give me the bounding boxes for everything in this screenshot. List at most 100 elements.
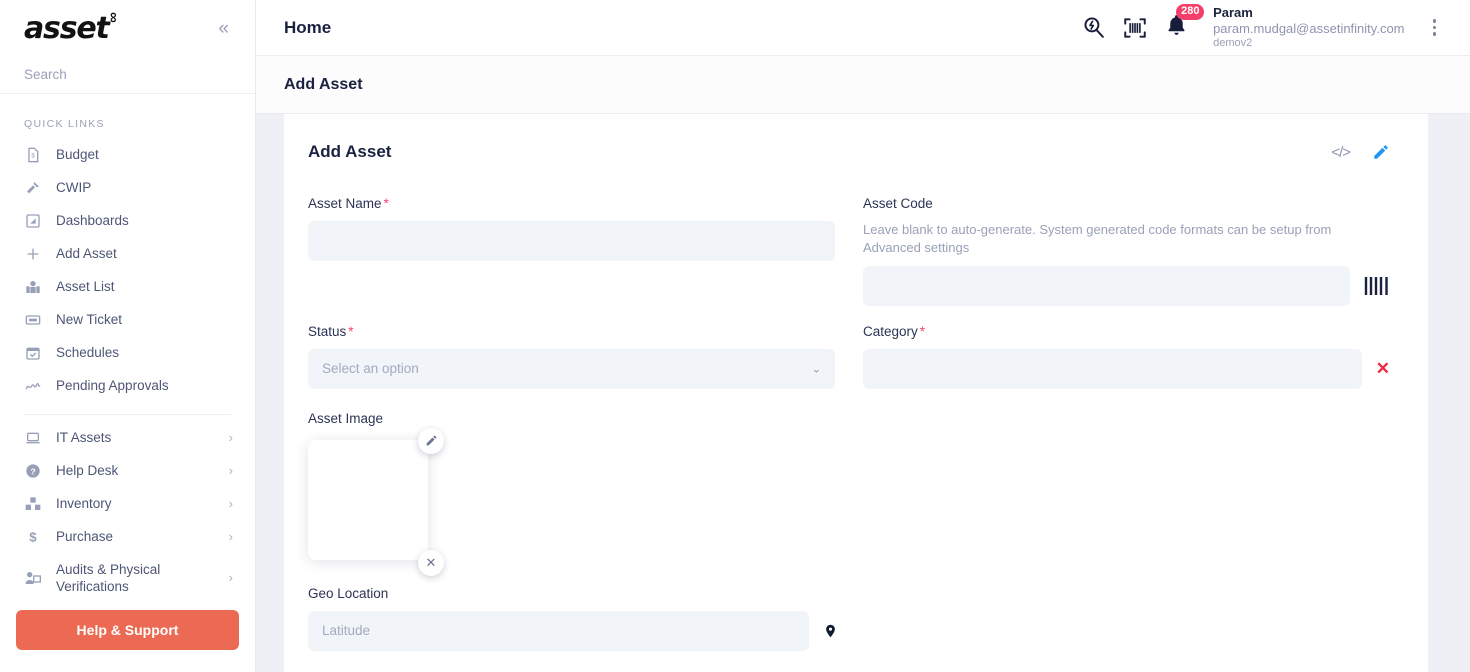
sidebar-item-label: Dashboards xyxy=(56,212,129,228)
chevron-right-icon: › xyxy=(228,463,233,478)
map-pin-icon[interactable] xyxy=(823,622,838,640)
content-right-gutter xyxy=(1428,114,1470,672)
user-org: demov2 xyxy=(1213,36,1253,49)
asset-code-label: Asset Code xyxy=(863,196,933,211)
remove-image-icon[interactable]: ✕ xyxy=(418,549,444,576)
chevron-right-icon: › xyxy=(228,570,233,586)
sidebar: asset∞ « QUICK LINKS $ Budget CWIP xyxy=(0,0,256,672)
pencil-icon[interactable] xyxy=(1372,143,1390,161)
topbar-actions: 280 Param param.mudgal@assetinfinity.com… xyxy=(1081,3,1445,50)
category-label: Category * xyxy=(863,323,926,339)
search-input[interactable] xyxy=(24,67,231,82)
sidebar-item-label: Purchase xyxy=(56,528,114,544)
svg-text:$: $ xyxy=(31,153,35,159)
required-marker: * xyxy=(348,323,354,339)
search-bolt-icon[interactable] xyxy=(1081,15,1106,40)
asset-image-preview[interactable] xyxy=(308,439,428,560)
sidebar-item-label: Audits & Physical Verifications xyxy=(56,561,161,594)
svg-text:$: $ xyxy=(29,529,37,544)
barcode-icon[interactable] xyxy=(1364,275,1390,297)
sidebar-item-budget[interactable]: $ Budget xyxy=(0,138,255,171)
asset-code-hint: Leave blank to auto-generate. System gen… xyxy=(863,222,1332,256)
breadcrumb-bar: Add Asset xyxy=(256,56,1470,114)
sidebar-search[interactable] xyxy=(0,56,255,94)
barcode-scanner-icon[interactable] xyxy=(1122,15,1148,41)
clear-category-icon[interactable]: ✕ xyxy=(1376,360,1390,377)
app-logo[interactable]: asset ∞ xyxy=(24,10,122,46)
main-area: Home 280 Param param.mudgal@assetinfinit… xyxy=(256,0,1470,672)
hammer-icon xyxy=(24,179,42,197)
card-title: Add Asset xyxy=(308,142,392,161)
help-and-support-button[interactable]: Help & Support xyxy=(16,610,239,650)
sidebar-item-help-desk[interactable]: ? Help Desk › xyxy=(0,454,255,487)
required-marker: * xyxy=(919,323,926,339)
sidebar-item-it-assets[interactable]: IT Assets › xyxy=(0,421,255,454)
field-asset-image: Asset Image ✕ xyxy=(308,410,1390,576)
sidebar-item-add-asset[interactable]: Add Asset xyxy=(0,237,255,270)
category-input[interactable] xyxy=(863,348,1362,389)
sidebar-item-inventory[interactable]: Inventory › xyxy=(0,487,255,520)
asset-code-input[interactable] xyxy=(863,265,1350,306)
sidebar-item-label: Help Desk xyxy=(56,462,119,478)
field-status: Status* ⌄ xyxy=(308,324,835,389)
latitude-input[interactable] xyxy=(308,610,809,651)
content-left-gutter xyxy=(256,114,284,672)
user-name: Param xyxy=(1213,4,1253,20)
page-title: Home xyxy=(284,17,332,37)
sidebar-item-label: Pending Approvals xyxy=(56,377,169,393)
app-root: asset∞ « QUICK LINKS $ Budget CWIP xyxy=(0,0,1470,672)
quick-links-heading: QUICK LINKS xyxy=(24,118,105,130)
breadcrumb: Add Asset xyxy=(284,75,363,93)
calendar-check-icon xyxy=(24,344,42,362)
form-row-status-category: Status* ⌄ Category* ✕ xyxy=(308,324,1390,389)
sidebar-item-pending-approvals[interactable]: Pending Approvals xyxy=(0,369,255,402)
asset-name-input[interactable] xyxy=(308,221,835,261)
status-select[interactable] xyxy=(308,348,835,389)
asset-list-icon xyxy=(24,278,42,296)
sidebar-item-new-ticket[interactable]: New Ticket xyxy=(0,303,255,336)
sidebar-item-cwip[interactable]: CWIP xyxy=(0,171,255,204)
sidebar-item-schedules[interactable]: Schedules xyxy=(0,336,255,369)
kebab-menu-icon[interactable] xyxy=(1425,15,1445,40)
sidebar-item-label: IT Assets xyxy=(56,429,112,445)
field-asset-code: Asset Code Leave blank to auto-generate.… xyxy=(863,196,1390,306)
asset-image-label: Asset Image xyxy=(308,410,384,426)
logo-infinity-icon: ∞ xyxy=(104,11,122,23)
code-icon[interactable]: </> xyxy=(1331,144,1351,161)
asset-image-box-wrap: ✕ xyxy=(308,427,444,576)
sidebar-item-purchase[interactable]: $ Purchase › xyxy=(0,520,255,553)
status-select-wrap: ⌄ xyxy=(308,348,835,389)
sidebar-divider xyxy=(24,414,231,415)
laptop-icon xyxy=(24,429,42,447)
dashboard-icon xyxy=(24,212,42,230)
help-circle-icon: ? xyxy=(24,462,42,480)
form-row-name-code: Asset Name * Asset Code Leave blank to au… xyxy=(308,196,1390,306)
sidebar-header: asset ∞ « xyxy=(0,0,255,56)
chevron-right-icon: › xyxy=(228,496,233,511)
status-label: Status * xyxy=(308,323,354,339)
sidebar-item-audits[interactable]: Audits & Physical Verifications › xyxy=(0,553,255,596)
required-marker: * xyxy=(383,196,389,211)
sidebar-footer: Help & Support xyxy=(0,596,255,672)
asset-name-label: Asset Name * xyxy=(308,196,389,211)
sidebar-collapse-icon[interactable]: « xyxy=(214,15,233,42)
sidebar-item-asset-list[interactable]: Asset List xyxy=(0,270,255,303)
notifications-bell[interactable]: 280 xyxy=(1164,3,1205,43)
sidebar-item-label: Budget xyxy=(56,146,99,162)
card-actions: </> xyxy=(1331,143,1390,161)
logo-text: asset xyxy=(24,10,110,46)
chevron-right-icon: › xyxy=(228,529,233,544)
sidebar-item-label: Inventory xyxy=(56,495,112,511)
sidebar-item-label: New Ticket xyxy=(56,311,123,327)
boxes-icon xyxy=(24,495,42,513)
edit-image-icon[interactable] xyxy=(418,427,444,454)
sidebar-item-dashboards[interactable]: Dashboards xyxy=(0,204,255,237)
field-category: Category * ✕ xyxy=(863,324,1390,389)
user-info[interactable]: Param param.mudgal@assetinfinity.com dem… xyxy=(1213,5,1404,50)
svg-text:?: ? xyxy=(30,466,35,476)
user-email: param.mudgal@assetinfinity.com xyxy=(1213,20,1405,36)
signature-icon xyxy=(24,377,42,395)
asset-code-input-row xyxy=(863,265,1390,306)
field-asset-name: Asset Name * xyxy=(308,196,835,306)
card-header: Add Asset </> xyxy=(308,142,1390,162)
